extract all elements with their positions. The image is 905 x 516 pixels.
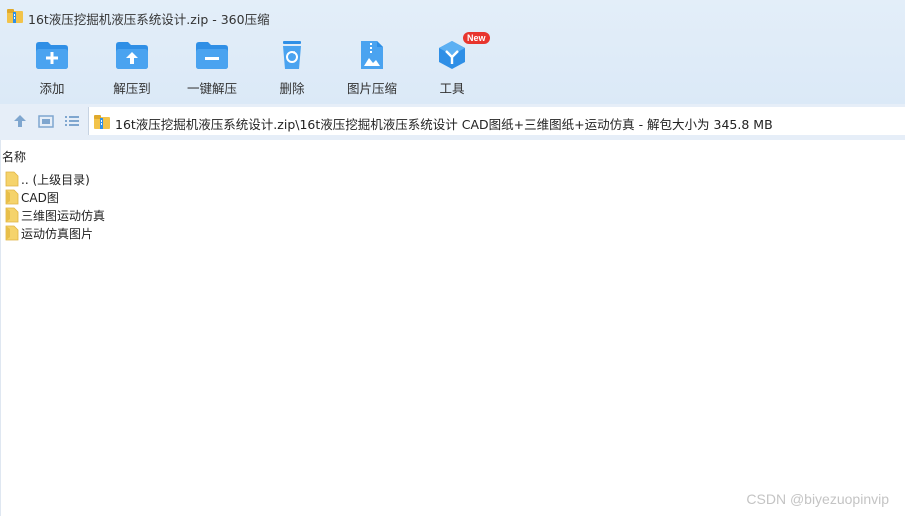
window-title: 16t液压挖掘机液压系统设计.zip - 360压缩 bbox=[28, 12, 270, 27]
folder-icon bbox=[5, 171, 19, 187]
folder-oneclick-extract-icon bbox=[196, 42, 228, 69]
watermark: CSDN @biyezuopinvip bbox=[746, 491, 889, 507]
archive-app-icon bbox=[7, 9, 23, 23]
extract-to-label: 解压到 bbox=[113, 81, 151, 96]
address-bar[interactable]: 16t液压挖掘机液压系统设计.zip\16t液压挖掘机液压系统设计 CAD图纸+… bbox=[88, 107, 905, 135]
column-header-name[interactable]: 名称 bbox=[2, 148, 26, 165]
image-compress-label: 图片压缩 bbox=[346, 81, 397, 96]
add-button[interactable]: 添加 bbox=[17, 36, 87, 98]
list-view-icon[interactable] bbox=[63, 112, 81, 130]
navigation-row: 16t液压挖掘机液压系统设计.zip\16t液压挖掘机液压系统设计 CAD图纸+… bbox=[0, 104, 905, 140]
item-name: .. (上级目录) bbox=[21, 173, 90, 187]
file-list: 名称 .. (上级目录) CAD图 三维图运动仿真 运动仿真图片 bbox=[0, 140, 905, 516]
list-item-folder[interactable]: 三维图运动仿真 bbox=[0, 206, 905, 224]
folder-icon bbox=[5, 189, 19, 205]
trash-icon bbox=[283, 41, 301, 69]
delete-button[interactable]: 删除 bbox=[257, 36, 327, 98]
up-arrow-icon[interactable] bbox=[11, 112, 29, 130]
image-compress-icon bbox=[361, 41, 383, 69]
tools-label: 工具 bbox=[439, 81, 465, 96]
delete-label: 删除 bbox=[279, 81, 305, 96]
archive-icon bbox=[94, 115, 110, 129]
tools-button[interactable]: New 工具 bbox=[417, 32, 490, 98]
image-compress-button[interactable]: 图片压缩 bbox=[337, 36, 407, 98]
list-item-folder[interactable]: CAD图 bbox=[0, 188, 905, 206]
item-name: CAD图 bbox=[21, 191, 59, 205]
item-name: 运动仿真图片 bbox=[21, 227, 94, 241]
address-path: 16t液压挖掘机液压系统设计.zip\16t液压挖掘机液压系统设计 CAD图纸+… bbox=[115, 117, 773, 132]
title-bar: 16t液压挖掘机液压系统设计.zip - 360压缩 bbox=[0, 0, 905, 32]
top-area: 16t液压挖掘机液压系统设计.zip - 360压缩 添加 解压到 一键解压 删… bbox=[0, 0, 905, 104]
thumbnail-view-icon[interactable] bbox=[37, 112, 55, 130]
add-label: 添加 bbox=[39, 81, 65, 96]
folder-extract-icon bbox=[116, 42, 148, 69]
toolbar: 添加 解压到 一键解压 删除 图片压缩 New 工具 bbox=[0, 32, 905, 100]
list-item-parent-directory[interactable]: .. (上级目录) bbox=[0, 170, 905, 188]
tools-cube-icon bbox=[439, 41, 465, 69]
folder-icon bbox=[5, 225, 19, 241]
folder-icon bbox=[5, 207, 19, 223]
new-badge: New bbox=[463, 32, 490, 44]
one-click-extract-button[interactable]: 一键解压 bbox=[177, 36, 247, 98]
item-name: 三维图运动仿真 bbox=[21, 209, 106, 223]
extract-to-button[interactable]: 解压到 bbox=[97, 36, 167, 98]
folder-add-icon bbox=[36, 42, 68, 69]
list-item-folder[interactable]: 运动仿真图片 bbox=[0, 224, 905, 242]
one-click-extract-label: 一键解压 bbox=[186, 81, 237, 96]
